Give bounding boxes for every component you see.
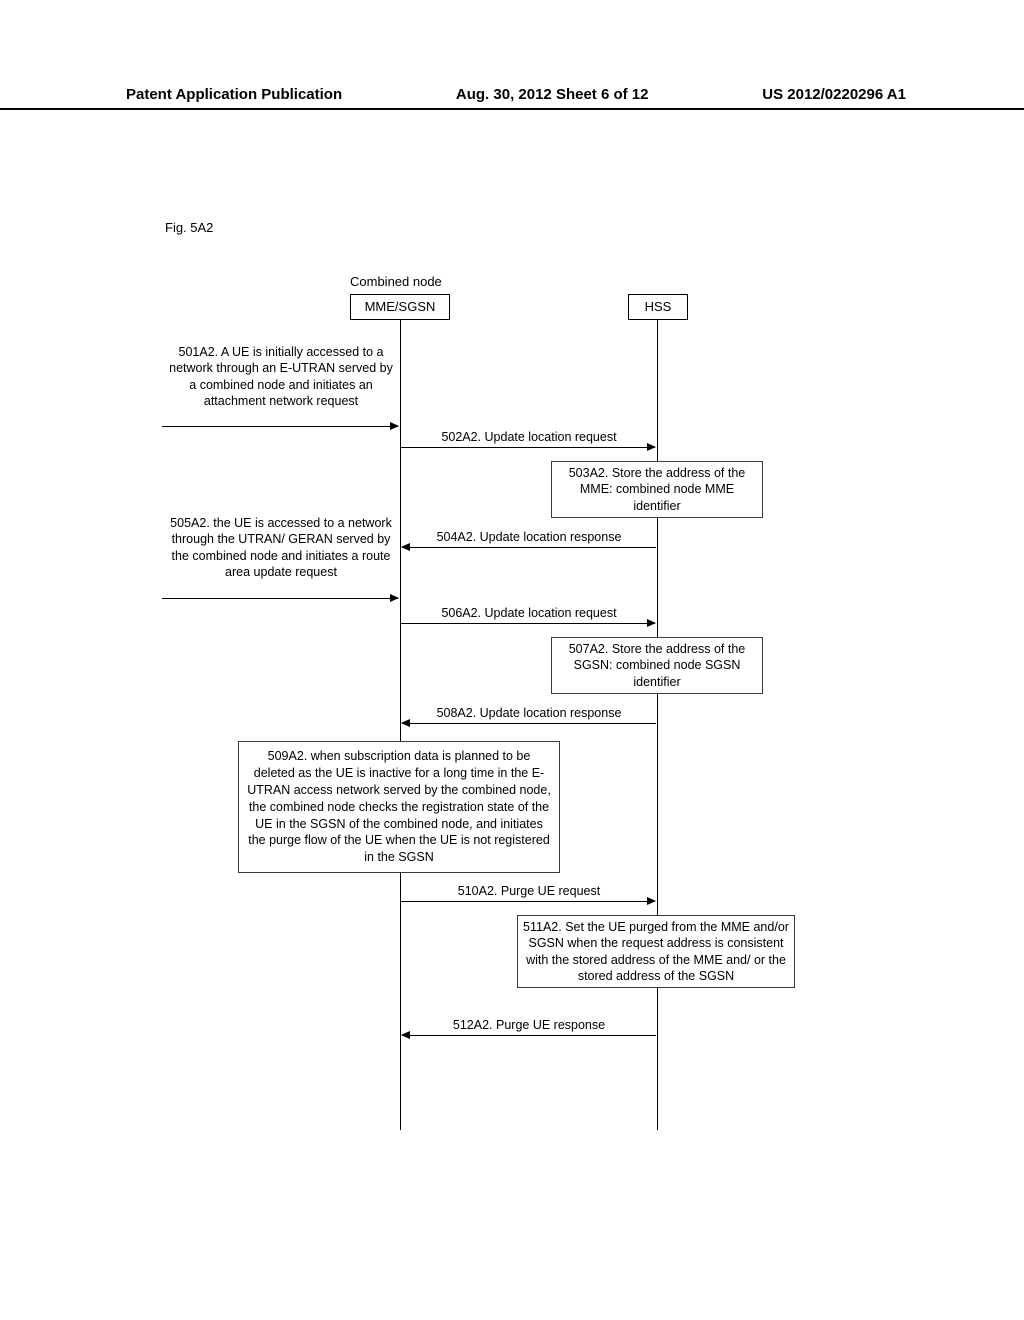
step-503a2-box: 503A2. Store the address of the MME: com… <box>551 461 763 518</box>
arrow-504a2 <box>402 547 656 548</box>
page-header: Patent Application Publication Aug. 30, … <box>0 86 1024 103</box>
step-502a2-text: 502A2. Update location request <box>414 429 644 445</box>
step-508a2-text: 508A2. Update location response <box>410 705 648 721</box>
arrow-502a2 <box>401 447 655 448</box>
step-507a2-box: 507A2. Store the address of the SGSN: co… <box>551 637 763 694</box>
step-506a2-text: 506A2. Update location request <box>414 605 644 621</box>
arrow-505a2 <box>162 598 398 599</box>
arrow-506a2 <box>401 623 655 624</box>
page-container: Patent Application Publication Aug. 30, … <box>0 0 1024 1320</box>
actor-hss: HSS <box>628 294 688 320</box>
combined-node-label: Combined node <box>350 274 442 289</box>
actor-mme-sgsn: MME/SGSN <box>350 294 450 320</box>
step-511a2-box: 511A2. Set the UE purged from the MME an… <box>517 915 795 988</box>
figure-label: Fig. 5A2 <box>165 220 213 235</box>
arrow-512a2 <box>402 1035 656 1036</box>
header-right: US 2012/0220296 A1 <box>762 86 906 103</box>
header-divider <box>0 108 1024 110</box>
arrow-508a2 <box>402 723 656 724</box>
step-504a2-text: 504A2. Update location response <box>410 529 648 545</box>
step-512a2-text: 512A2. Purge UE response <box>410 1017 648 1033</box>
step-510a2-text: 510A2. Purge UE request <box>414 883 644 899</box>
header-left: Patent Application Publication <box>126 86 342 103</box>
step-509a2-box: 509A2. when subscription data is planned… <box>238 741 560 873</box>
arrow-501a2 <box>162 426 398 427</box>
arrow-510a2 <box>401 901 655 902</box>
header-center: Aug. 30, 2012 Sheet 6 of 12 <box>456 86 649 103</box>
step-501a2-text: 501A2. A UE is initially accessed to a n… <box>164 344 398 409</box>
lifeline-hss <box>657 320 658 1130</box>
step-505a2-text: 505A2. the UE is accessed to a network t… <box>168 515 394 580</box>
